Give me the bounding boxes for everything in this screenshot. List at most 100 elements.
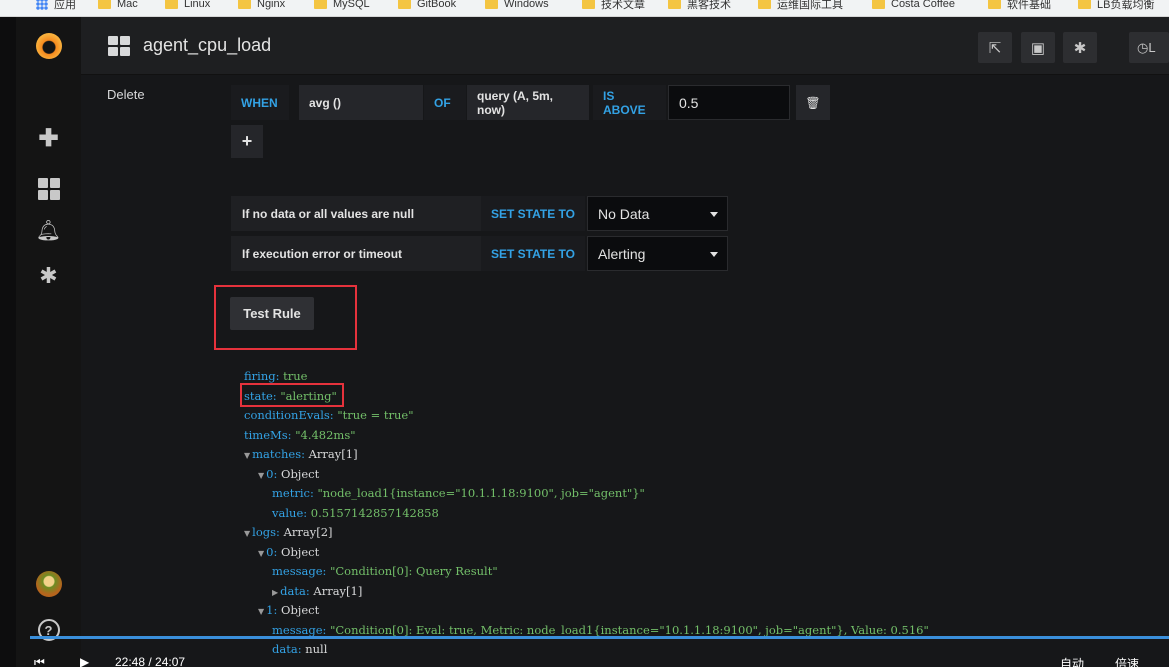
time-picker-button[interactable]: ◷ L	[1129, 32, 1169, 63]
avatar	[35, 571, 62, 597]
folder-icon	[758, 0, 771, 9]
profile-button[interactable]	[16, 569, 81, 599]
json-expandable[interactable]: ▼ 0: Object	[258, 543, 929, 563]
folder-icon	[238, 0, 251, 9]
folder-icon	[98, 0, 111, 9]
json-line: state: "alerting"	[244, 388, 337, 403]
bookmark-item[interactable]: Windows	[485, 0, 549, 12]
create-button[interactable]: ✚	[16, 123, 81, 153]
json-line: timeMs: "4.482ms"	[244, 427, 356, 442]
save-icon: ▣	[1030, 39, 1046, 57]
bookmark-apps[interactable]: 应用	[36, 0, 76, 12]
play-icon[interactable]: ▶	[80, 655, 89, 667]
caret-down-icon	[710, 212, 718, 217]
no-data-state-select[interactable]: No Data	[587, 196, 728, 231]
expanded-arrow-icon: ▼	[258, 607, 265, 616]
speed-button[interactable]: 倍速	[1115, 655, 1139, 667]
expanded-arrow-icon: ▼	[258, 470, 265, 480]
json-expandable[interactable]: ▶ data: Array[1]	[272, 582, 929, 602]
bookmark-item[interactable]: LB负载均衡	[1078, 0, 1154, 12]
json-line: value: 0.5157142857142858	[272, 505, 439, 520]
bookmark-item[interactable]: 软件基础	[988, 0, 1051, 12]
bookmark-item[interactable]: 黑客技术	[668, 0, 731, 12]
bookmark-item[interactable]: 运维国际工具	[758, 0, 843, 12]
app-root: 应用 Mac Linux Nginx MySQL GitBook Windows…	[0, 0, 1169, 667]
video-time: 22:48 / 24:07	[115, 655, 186, 667]
caret-down-icon	[710, 252, 718, 257]
of-keyword: OF	[424, 85, 466, 120]
dashboards-button[interactable]	[16, 174, 81, 204]
video-controls: ⏮ ▶ 22:48 / 24:07 自动 倍速	[0, 650, 1169, 667]
folder-icon	[165, 0, 178, 9]
navbar: agent_cpu_load ⇱ ▣ ✱ ◷ L	[81, 17, 1169, 75]
bookmarks-bar: 应用 Mac Linux Nginx MySQL GitBook Windows…	[0, 0, 1169, 17]
grafana-logo-icon	[35, 33, 62, 59]
add-condition-button[interactable]: +	[231, 125, 263, 158]
bell-icon: 🔔︎	[35, 219, 62, 242]
error-label: If execution error or timeout	[231, 236, 481, 271]
folder-icon	[314, 0, 327, 9]
highlight-box-test-rule	[214, 285, 357, 350]
help-button[interactable]: ?	[16, 615, 81, 645]
remove-condition-button[interactable]: 🗑︎	[796, 85, 830, 120]
folder-icon	[872, 0, 885, 9]
folder-icon	[988, 0, 1001, 9]
json-expandable[interactable]: ▼ 0: Object	[258, 465, 929, 485]
no-data-set-state: SET STATE TO	[481, 196, 585, 231]
bookmark-item[interactable]: Nginx	[238, 0, 285, 12]
share-icon: ⇱	[988, 39, 1002, 57]
gear-icon: ✱	[1073, 39, 1087, 57]
window-edge	[0, 17, 16, 667]
json-line: metric: "node_load1{instance="10.1.1.18:…	[272, 486, 645, 500]
delete-link[interactable]: Delete	[107, 87, 145, 102]
folder-icon	[398, 0, 411, 9]
folder-icon	[668, 0, 681, 9]
json-line: firing: true	[244, 369, 308, 383]
dashboard-title[interactable]: agent_cpu_load	[143, 35, 271, 56]
reducer-select[interactable]: avg ()	[299, 85, 423, 120]
clock-icon: ◷	[1137, 39, 1149, 55]
dashboard-grid-icon	[108, 36, 130, 56]
json-expandable[interactable]: ▼ 1: Object	[258, 601, 929, 621]
json-expandable[interactable]: ▼ matches: Array[1]	[244, 445, 929, 465]
bookmark-item[interactable]: GitBook	[398, 0, 456, 12]
video-progress-bar[interactable]	[30, 636, 1169, 639]
bookmark-item[interactable]: 技术文章	[582, 0, 645, 12]
json-line: conditionEvals: "true = true"	[244, 408, 414, 422]
share-button[interactable]: ⇱	[978, 32, 1012, 63]
bookmark-item[interactable]: Mac	[98, 0, 138, 12]
expanded-arrow-icon: ▼	[244, 529, 251, 538]
highlight-box-state	[240, 383, 344, 407]
configuration-button[interactable]: ✱	[16, 261, 81, 291]
gear-icon: ✱	[39, 263, 58, 288]
grafana-logo-button[interactable]	[16, 31, 81, 61]
bookmark-item[interactable]: MySQL	[314, 0, 370, 12]
folder-icon	[1078, 0, 1091, 9]
threshold-input[interactable]: 0.5	[668, 85, 790, 120]
settings-button[interactable]: ✱	[1063, 32, 1097, 63]
expanded-arrow-icon: ▼	[258, 548, 265, 558]
json-expandable[interactable]: ▼ logs: Array[2]	[244, 523, 929, 543]
folder-icon	[485, 0, 498, 9]
sidemenu: ✚ 🔔︎ ✱ ?	[16, 17, 81, 667]
evaluator-select[interactable]: IS ABOVE	[593, 85, 666, 120]
alerting-button[interactable]: 🔔︎	[16, 215, 81, 245]
expanded-arrow-icon: ▼	[244, 451, 251, 460]
query-select[interactable]: query (A, 5m, now)	[467, 85, 589, 120]
test-result-json: firing: true state: "alerting" condition…	[244, 367, 929, 660]
plus-icon: ✚	[38, 124, 59, 152]
bookmark-item[interactable]: Linux	[165, 0, 210, 12]
error-state-select[interactable]: Alerting	[587, 236, 728, 271]
collapsed-arrow-icon: ▶	[272, 587, 279, 597]
json-line: message: "Condition[0]: Query Result"	[272, 564, 498, 578]
auto-quality-button[interactable]: 自动	[1060, 655, 1084, 667]
prev-icon[interactable]: ⏮	[34, 655, 45, 667]
error-set-state: SET STATE TO	[481, 236, 585, 271]
trash-icon: 🗑︎	[805, 95, 821, 110]
when-keyword: WHEN	[231, 85, 289, 120]
no-data-label: If no data or all values are null	[231, 196, 481, 231]
apps-icon	[36, 0, 48, 10]
save-button[interactable]: ▣	[1021, 32, 1055, 63]
bookmark-item[interactable]: Costa Coffee	[872, 0, 955, 12]
folder-icon	[582, 0, 595, 9]
